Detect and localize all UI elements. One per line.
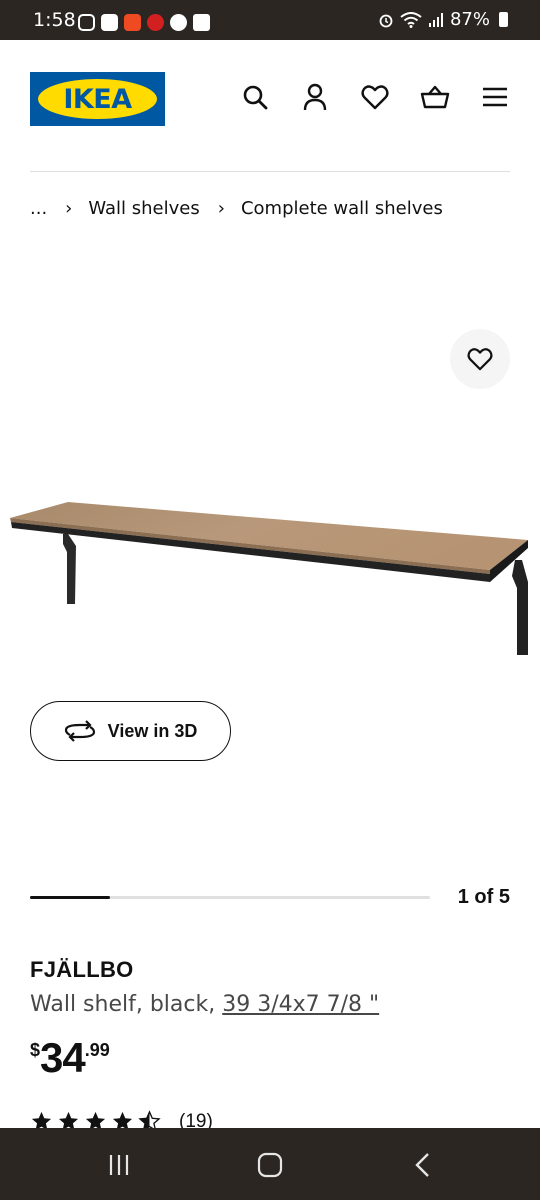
gallery-page-count: 1 of 5 xyxy=(457,886,510,908)
product-size-link[interactable]: 39 3/4x7 7/8 " xyxy=(222,992,379,1017)
rotate-3d-icon xyxy=(64,720,95,742)
product-type: Wall shelf, black, xyxy=(30,992,223,1017)
search-icon xyxy=(243,85,268,110)
system-nav-bar xyxy=(0,1128,540,1200)
home-icon xyxy=(257,1152,283,1178)
breadcrumb-separator: › xyxy=(217,198,225,219)
breadcrumb-wall-shelves[interactable]: Wall shelves xyxy=(88,198,199,219)
gallery-progress-track xyxy=(30,896,430,899)
add-to-favourites-button[interactable] xyxy=(450,329,510,389)
battery-percent: 87% xyxy=(449,9,490,30)
search-button[interactable] xyxy=(240,82,270,112)
site-header: IKEA ® xyxy=(0,40,540,172)
breadcrumb-separator: › xyxy=(65,198,73,219)
instagram-icon xyxy=(78,13,95,31)
price-integer: 34 xyxy=(40,1034,86,1081)
home-button[interactable] xyxy=(255,1150,285,1180)
battery-icon xyxy=(499,12,508,27)
gallery-progress-fill xyxy=(30,896,110,899)
view-in-3d-button[interactable]: View in 3D xyxy=(30,701,231,761)
menu-button[interactable] xyxy=(480,82,510,112)
account-icon xyxy=(303,83,327,111)
status-time: 1:58 xyxy=(33,9,76,31)
signal-icon xyxy=(428,12,443,27)
basket-button[interactable] xyxy=(420,82,450,112)
gallery-icon xyxy=(193,13,210,31)
heart-icon xyxy=(361,85,389,110)
alarm-icon xyxy=(379,14,393,27)
basket-icon xyxy=(420,85,450,109)
back-icon xyxy=(415,1153,429,1177)
status-bar: 1:58 87% xyxy=(0,0,540,40)
ikea-logo[interactable]: IKEA ® xyxy=(30,72,165,126)
logo-text: IKEA xyxy=(63,83,132,115)
header-divider xyxy=(30,171,510,172)
shop-app-icon xyxy=(124,13,141,31)
product-price: $ 34 .99 xyxy=(30,1036,110,1080)
product-image[interactable] xyxy=(0,490,540,670)
back-button[interactable] xyxy=(408,1150,438,1180)
product-name: FJÄLLBO xyxy=(30,957,134,982)
messenger-icon xyxy=(170,13,187,31)
view-in-3d-label: View in 3D xyxy=(107,720,198,741)
account-button[interactable] xyxy=(300,82,330,112)
mcdonalds-icon xyxy=(147,13,164,31)
recent-apps-button[interactable] xyxy=(104,1150,134,1180)
product-description: Wall shelf, black, 39 3/4x7 7/8 " xyxy=(30,992,379,1017)
menu-icon xyxy=(483,87,507,107)
breadcrumb-complete-wall-shelves[interactable]: Complete wall shelves xyxy=(241,198,443,219)
status-right: 87% xyxy=(378,9,508,30)
registered-mark: ® xyxy=(150,84,156,91)
price-decimal: .99 xyxy=(84,1040,110,1060)
wifi-icon xyxy=(400,11,422,28)
favourites-button[interactable] xyxy=(360,82,390,112)
recent-apps-icon xyxy=(109,1155,129,1175)
breadcrumb-ellipsis[interactable]: ... xyxy=(30,198,47,219)
u-app-icon xyxy=(101,13,118,31)
breadcrumb: ... › Wall shelves › Complete wall shelv… xyxy=(30,198,443,219)
heart-icon xyxy=(467,348,493,371)
price-currency: $ xyxy=(30,1040,41,1060)
notification-icons xyxy=(78,12,210,32)
